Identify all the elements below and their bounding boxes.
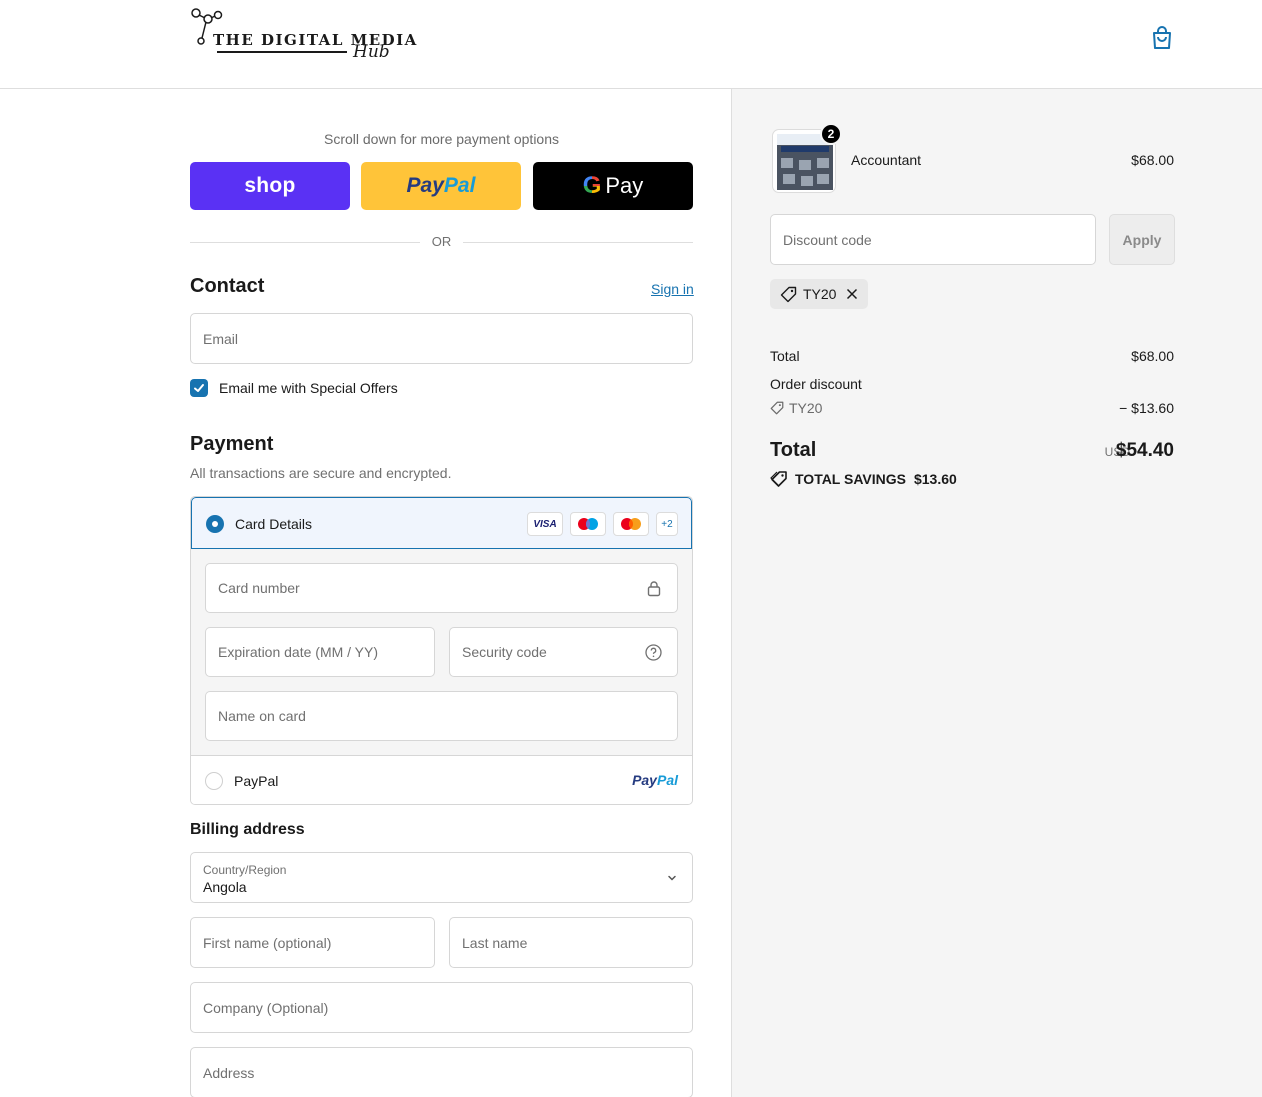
visa-icon: VISA bbox=[527, 512, 563, 536]
savings-label: TOTAL SAVINGS bbox=[795, 471, 906, 487]
logo-sub-text: Hub bbox=[353, 42, 390, 62]
shop-pay-label: shop bbox=[244, 174, 296, 197]
card-option-label: Card Details bbox=[235, 516, 313, 532]
order-discount-code-label: TY20 bbox=[789, 400, 823, 416]
first-name-placeholder: First name (optional) bbox=[203, 934, 332, 951]
discount-code-placeholder: Discount code bbox=[783, 231, 872, 248]
paypal-logo-pay: Pay bbox=[632, 772, 657, 788]
maestro-icon bbox=[570, 512, 606, 536]
applied-code-chip: TY20 bbox=[770, 279, 869, 309]
country-value: Angola bbox=[203, 879, 247, 895]
order-discount-code: TY20 bbox=[770, 400, 822, 416]
product-image-tile bbox=[783, 174, 795, 184]
shop-pay-button[interactable]: shop bbox=[190, 162, 350, 210]
scroll-note: Scroll down for more payment options bbox=[324, 131, 559, 147]
savings-tag-icon bbox=[770, 471, 787, 487]
last-name-placeholder: Last name bbox=[462, 934, 528, 951]
billing-title: Billing address bbox=[190, 821, 305, 838]
or-divider: OR bbox=[190, 234, 693, 250]
product-image-band bbox=[781, 146, 829, 152]
paypal-logo: PayPal bbox=[632, 772, 678, 788]
email-placeholder: Email bbox=[203, 330, 239, 347]
product-image-tile bbox=[781, 158, 793, 168]
savings-value: $13.60 bbox=[913, 471, 957, 487]
grand-total-value: $54.40 bbox=[1115, 440, 1174, 461]
email-field[interactable]: Email bbox=[190, 313, 693, 364]
tag-icon bbox=[780, 286, 797, 302]
card-form: Card number Expiration date (MM / YY) Se… bbox=[191, 549, 692, 755]
checkmark-icon bbox=[194, 384, 204, 392]
checkout-main: Scroll down for more payment options sho… bbox=[0, 89, 731, 1097]
email-offers-row[interactable]: Email me with Special Offers bbox=[190, 378, 398, 398]
google-pay-button[interactable]: G Pay bbox=[533, 162, 693, 210]
product-image-tile bbox=[801, 176, 813, 186]
security-code-field[interactable]: Security code bbox=[449, 627, 678, 677]
payment-methods: Card Details VISA +2 Card number Expirat… bbox=[190, 496, 693, 805]
first-name-field[interactable]: First name (optional) bbox=[190, 917, 435, 968]
payment-subtitle: All transactions are secure and encrypte… bbox=[190, 465, 452, 481]
paypal-express-button[interactable]: Pay Pal bbox=[361, 162, 521, 210]
chevron-down-icon bbox=[668, 875, 676, 881]
name-on-card-placeholder: Name on card bbox=[218, 708, 306, 724]
country-select[interactable]: Country/Region Angola bbox=[190, 852, 693, 903]
lock-icon bbox=[647, 581, 661, 597]
card-option-header[interactable]: Card Details VISA +2 bbox=[191, 497, 692, 549]
grand-total-label: Total bbox=[770, 439, 817, 461]
remove-code-icon[interactable] bbox=[846, 288, 858, 300]
google-g-icon: G bbox=[582, 172, 602, 199]
quantity-badge: 2 bbox=[820, 123, 842, 145]
subtotal-label: Total bbox=[770, 348, 800, 364]
sign-in-link[interactable]: Sign in bbox=[651, 281, 694, 297]
product-image-tile bbox=[799, 160, 811, 170]
product-image-tile bbox=[817, 158, 829, 168]
applied-code-label: TY20 bbox=[803, 286, 837, 302]
more-brands-badge: +2 bbox=[656, 512, 678, 536]
country-label: Country/Region bbox=[203, 863, 287, 877]
product-image-tile bbox=[817, 174, 829, 184]
total-savings: TOTAL SAVINGS $13.60 bbox=[770, 470, 957, 488]
site-header: THE DIGITAL MEDIA Hub bbox=[0, 0, 1262, 89]
apply-button[interactable]: Apply bbox=[1109, 214, 1175, 265]
paypal-option[interactable]: PayPal PayPal bbox=[191, 755, 692, 804]
address-placeholder: Address bbox=[203, 1064, 255, 1081]
item-name: Accountant bbox=[851, 152, 922, 168]
card-number-placeholder: Card number bbox=[218, 580, 300, 596]
company-placeholder: Company (Optional) bbox=[203, 999, 329, 1016]
paypal-label-pal: Pal bbox=[443, 174, 476, 197]
paypal-logo-pal: Pal bbox=[656, 772, 678, 788]
shopping-bag-icon[interactable] bbox=[1150, 25, 1174, 51]
paypal-label-pay: Pay bbox=[406, 174, 444, 197]
discount-code-field[interactable]: Discount code bbox=[770, 214, 1096, 265]
paypal-option-radio[interactable] bbox=[205, 772, 223, 790]
order-discount-value: − $13.60 bbox=[1119, 400, 1174, 416]
email-offers-label: Email me with Special Offers bbox=[219, 380, 398, 396]
card-option-radio[interactable] bbox=[206, 515, 224, 533]
logo-underline bbox=[217, 51, 347, 53]
security-code-placeholder: Security code bbox=[462, 644, 547, 660]
expiration-placeholder: Expiration date (MM / YY) bbox=[218, 644, 379, 660]
google-pay-label: Pay bbox=[605, 173, 644, 198]
tag-icon bbox=[770, 401, 784, 415]
email-offers-checkbox[interactable] bbox=[190, 379, 208, 397]
paypal-option-label: PayPal bbox=[234, 773, 279, 789]
order-summary: 2 Accountant $68.00 Discount code Apply … bbox=[731, 89, 1262, 1097]
name-on-card-field[interactable]: Name on card bbox=[205, 691, 678, 741]
card-number-field[interactable]: Card number bbox=[205, 563, 678, 613]
item-price: $68.00 bbox=[1131, 152, 1174, 168]
or-label: OR bbox=[431, 234, 452, 249]
store-logo[interactable]: THE DIGITAL MEDIA Hub bbox=[190, 6, 416, 68]
last-name-field[interactable]: Last name bbox=[449, 917, 693, 968]
address-field[interactable]: Address bbox=[190, 1047, 693, 1097]
subtotal-value: $68.00 bbox=[1131, 348, 1174, 364]
payment-title: Payment bbox=[190, 433, 274, 455]
mastercard-icon bbox=[613, 512, 649, 536]
order-discount-label: Order discount bbox=[770, 376, 862, 392]
help-icon[interactable] bbox=[645, 644, 662, 661]
expiration-field[interactable]: Expiration date (MM / YY) bbox=[205, 627, 435, 677]
company-field[interactable]: Company (Optional) bbox=[190, 982, 693, 1033]
contact-title: Contact bbox=[190, 275, 265, 297]
